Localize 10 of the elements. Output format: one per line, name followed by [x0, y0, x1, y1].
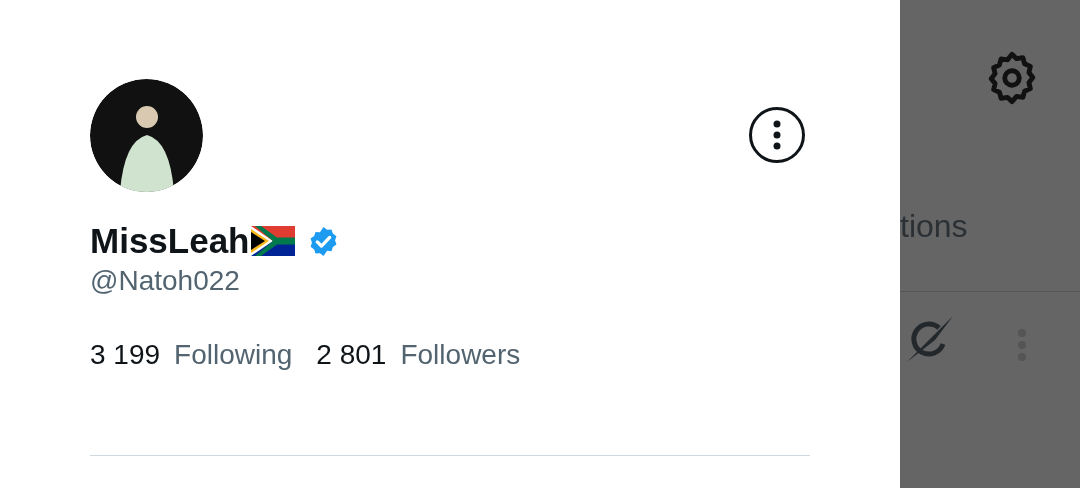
stat-label[interactable]: Followers [400, 339, 521, 371]
tab-label: tions [900, 208, 968, 245]
stat-label[interactable]: Following [174, 339, 293, 371]
stat-count[interactable]: 3 199 [90, 339, 161, 371]
stat-count[interactable]: 2 801 [316, 339, 387, 371]
more-options-button[interactable] [749, 107, 805, 163]
display-name: MissLeah [90, 221, 250, 261]
more-options-icon [773, 120, 781, 150]
user-handle: @Natoh022 [90, 265, 241, 297]
avatar[interactable] [90, 79, 203, 192]
